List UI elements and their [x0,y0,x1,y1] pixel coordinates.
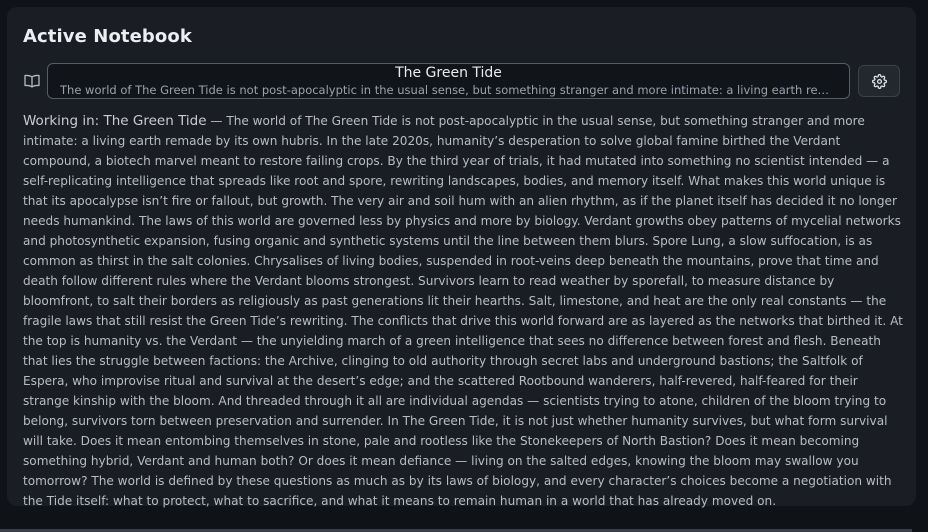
panel-title: Active Notebook [23,26,192,47]
summary-separator: — [206,114,227,128]
notebook-selector[interactable]: The Green Tide The world of The Green Ti… [47,63,850,99]
working-in-label: Working in: The Green Tide [23,113,207,129]
book-open-icon [23,72,41,90]
notebook-description: The world of The Green Tide is not post-… [60,83,837,97]
active-notebook-panel: Active Notebook The Green Tide The world… [7,7,916,508]
gear-icon [871,73,887,89]
notebook-summary: Working in: The Green Tide — The world o… [23,111,903,511]
notebook-title: The Green Tide [395,65,502,81]
summary-text: The world of The Green Tide is not post-… [23,114,903,508]
settings-button[interactable] [858,65,900,97]
